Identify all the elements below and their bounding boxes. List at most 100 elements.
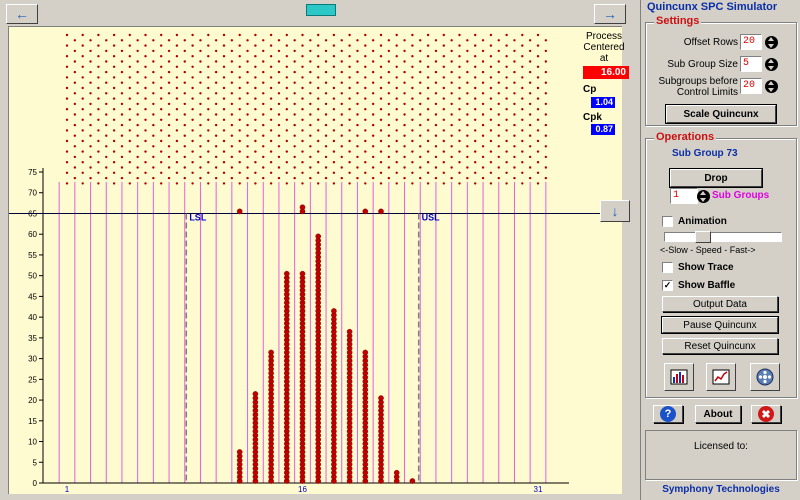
- quincunx-pin: [348, 182, 351, 185]
- subgroups-before-spinner[interactable]: [764, 78, 778, 94]
- quincunx-pin: [152, 176, 155, 180]
- quincunx-pin: [458, 150, 461, 153]
- quincunx-pin: [379, 108, 383, 111]
- quincunx-pin: [528, 123, 532, 127]
- quincunx-pin: [309, 166, 312, 169]
- quincunx-pin: [536, 161, 540, 164]
- quincunx-pin: [466, 113, 469, 116]
- about-button[interactable]: About: [695, 405, 741, 423]
- quincunx-pin: [419, 123, 422, 127]
- offset-rows-input[interactable]: 20: [740, 34, 762, 50]
- histogram-button[interactable]: [664, 363, 694, 391]
- quincunx-pin: [528, 145, 532, 148]
- drop-count-spinner[interactable]: [696, 188, 710, 204]
- control-chart-button[interactable]: [706, 363, 736, 391]
- quincunx-pin: [521, 171, 524, 174]
- speed-slider-thumb[interactable]: [695, 231, 711, 243]
- quincunx-pin: [536, 55, 540, 58]
- quincunx-pin: [324, 113, 328, 116]
- sub-group-size-spinner[interactable]: [764, 56, 778, 72]
- quincunx-pin: [442, 86, 445, 90]
- quincunx-pin: [521, 65, 524, 68]
- quincunx-pin: [324, 92, 328, 95]
- quincunx-pin: [474, 108, 477, 111]
- pause-quincunx-button[interactable]: Pause Quincunx: [661, 316, 779, 334]
- quincunx-pin: [419, 49, 422, 53]
- quincunx-pin: [505, 97, 508, 100]
- quincunx-pin: [246, 39, 249, 42]
- scroll-down-button[interactable]: ↓: [600, 200, 630, 222]
- quincunx-pin: [411, 150, 414, 153]
- quincunx-pin: [301, 171, 304, 174]
- quincunx-pin: [183, 81, 186, 84]
- sub-group-size-input[interactable]: 5: [740, 56, 762, 72]
- quincunx-pin: [136, 155, 139, 159]
- line-chart-icon: [712, 369, 730, 385]
- quincunx-pin: [521, 129, 524, 132]
- quincunx-pin: [73, 134, 77, 137]
- quincunx-pin: [285, 86, 288, 90]
- quincunx-pin: [340, 155, 343, 159]
- quincunx-pin: [317, 86, 320, 90]
- quincunx-pin: [403, 102, 406, 106]
- quincunx-pin: [474, 118, 477, 122]
- quincunx-pin: [528, 81, 532, 84]
- quincunx-pin: [112, 86, 116, 90]
- quincunx-pin: [293, 70, 296, 74]
- quincunx-pin: [191, 129, 194, 132]
- animation-checkbox[interactable]: Animation: [662, 216, 727, 227]
- drop-count-input[interactable]: 1: [670, 188, 698, 204]
- quincunx-pin: [481, 155, 485, 159]
- bin-ball: [268, 349, 274, 356]
- quincunx-pin: [466, 145, 469, 148]
- quincunx-pin: [120, 134, 124, 137]
- offset-rows-spinner[interactable]: [764, 34, 778, 50]
- quincunx-pin: [364, 161, 367, 164]
- quincunx-pin: [144, 97, 147, 100]
- quincunx-pin: [474, 44, 477, 47]
- help-button[interactable]: ?: [653, 405, 683, 423]
- scroll-left-button[interactable]: ←: [6, 4, 38, 24]
- quincunx-pin: [120, 113, 124, 116]
- quincunx-pin: [238, 139, 241, 143]
- reset-quincunx-button[interactable]: Reset Quincunx: [662, 338, 778, 354]
- quincunx-pin: [379, 139, 383, 143]
- speed-slider[interactable]: [664, 231, 782, 243]
- quincunx-pin: [371, 39, 375, 42]
- subgroups-before-input[interactable]: 20: [740, 78, 762, 94]
- show-trace-checkbox[interactable]: Show Trace: [662, 262, 734, 273]
- quincunx-pin: [324, 134, 328, 137]
- scale-quincunx-button[interactable]: Scale Quincunx: [665, 104, 777, 124]
- quincunx-pin: [238, 55, 241, 58]
- quincunx-pin: [293, 134, 296, 137]
- quincunx-pin: [199, 70, 202, 74]
- show-baffle-checkbox[interactable]: ✓ Show Baffle: [662, 280, 735, 291]
- quincunx-pin: [309, 81, 312, 84]
- quincunx-pin: [167, 102, 171, 106]
- quincunx-pin: [458, 139, 461, 143]
- quincunx-pin: [497, 166, 500, 169]
- y-tick-label: 25: [28, 375, 37, 384]
- quincunx-pin: [293, 113, 296, 116]
- quincunx-pin: [324, 49, 328, 53]
- quincunx-pin: [489, 139, 493, 143]
- quincunx-pin: [105, 60, 108, 63]
- quincunx-pin: [403, 60, 406, 63]
- quincunx-pin: [536, 76, 540, 79]
- quincunx-pin: [167, 145, 171, 148]
- run-simulation-button[interactable]: [750, 363, 780, 391]
- quincunx-pin: [536, 118, 540, 122]
- quincunx-pin: [521, 86, 524, 90]
- quincunx-pin: [395, 65, 398, 68]
- quincunx-pin: [230, 145, 234, 148]
- drop-button[interactable]: Drop: [669, 168, 763, 188]
- scroll-right-button[interactable]: →: [594, 4, 626, 24]
- quincunx-pin: [317, 76, 320, 79]
- quincunx-pin: [277, 113, 281, 116]
- quincunx-pin: [191, 139, 194, 143]
- output-data-button[interactable]: Output Data: [662, 296, 778, 312]
- bin-ball: [346, 328, 353, 335]
- close-button[interactable]: ✖: [751, 405, 781, 423]
- quincunx-pin: [136, 134, 139, 137]
- quincunx-pin: [489, 55, 493, 58]
